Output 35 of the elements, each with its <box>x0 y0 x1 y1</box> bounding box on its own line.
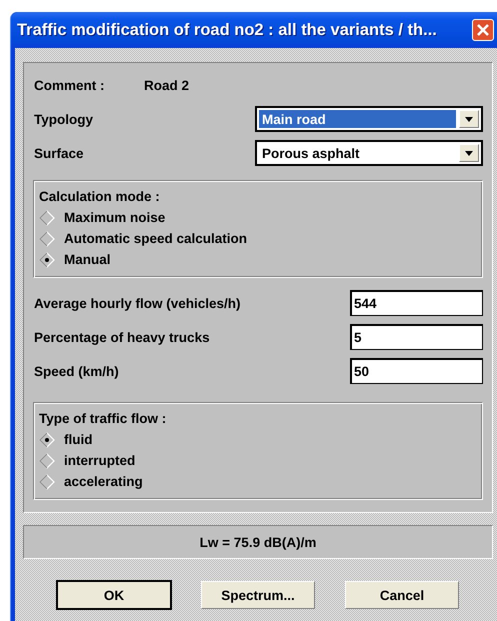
field-label: Speed (km/h) <box>34 364 119 378</box>
radio-label: Manual <box>64 252 111 267</box>
radio-button[interactable] <box>39 210 55 226</box>
dropdown[interactable]: Main road <box>255 106 483 132</box>
radio-label: interrupted <box>64 453 136 468</box>
radio-button[interactable] <box>39 474 55 490</box>
comment-label: Comment : <box>34 78 106 92</box>
radio-button[interactable] <box>39 252 55 268</box>
dialog-button[interactable]: Cancel <box>345 581 459 609</box>
radio-label: accelerating <box>64 474 143 489</box>
result-text: Lw = 75.9 dB(A)/m <box>200 534 316 550</box>
dropdown[interactable]: Porous asphalt <box>255 140 483 166</box>
radio-button[interactable] <box>39 452 55 468</box>
dropdown-arrow-icon <box>465 116 473 122</box>
group-title: Type of traffic flow : <box>39 410 166 428</box>
comment-value: Road 2 <box>144 78 190 92</box>
close-button[interactable] <box>472 19 494 41</box>
window-title: Traffic modification of road no2 : all the variants / th... <box>17 20 438 40</box>
field-label: Surface <box>34 146 84 160</box>
dialog-button[interactable]: OK <box>57 581 171 609</box>
close-icon <box>476 23 490 37</box>
dropdown-arrow-icon <box>465 150 473 156</box>
radio-label: fluid <box>64 432 92 447</box>
field-label: Percentage of heavy trucks <box>34 330 210 344</box>
radio-button[interactable] <box>39 432 55 448</box>
radio-label: Automatic speed calculation <box>64 231 248 246</box>
field-label: Typology <box>34 112 93 126</box>
group-title: Calculation mode : <box>39 188 160 206</box>
radio-button[interactable] <box>39 230 55 246</box>
dialog-button[interactable]: Spectrum... <box>201 581 315 609</box>
input-field[interactable]: 5 <box>350 324 483 350</box>
field-label: Average hourly flow (vehicles/h) <box>34 296 241 310</box>
radio-label: Maximum noise <box>64 210 166 225</box>
input-field[interactable]: 50 <box>350 358 483 384</box>
input-field[interactable]: 544 <box>350 290 483 316</box>
